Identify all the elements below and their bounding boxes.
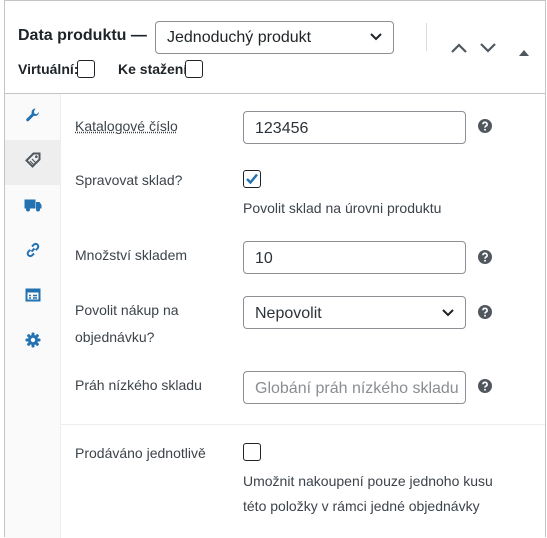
table-icon (25, 287, 41, 308)
low-stock-help-icon[interactable] (478, 379, 492, 398)
sold-individually-description-line-2: této položky v rámci jedné objednávky (243, 498, 480, 514)
chevron-down-icon (441, 306, 455, 325)
sku-label: Katalogové číslo (75, 118, 178, 134)
backorders-value: Nepovolit (255, 305, 322, 322)
product-data-panel: Data produktu — Jednoduchý produkt Virtu… (4, 0, 546, 538)
low-stock-input[interactable]: Globání práh nízkého skladu (243, 371, 466, 404)
panel-header: Data produktu — Jednoduchý produkt Virtu… (5, 1, 545, 94)
tab-advanced[interactable] (5, 320, 61, 365)
backorders-help-icon[interactable] (478, 305, 492, 324)
manage-stock-description: Povolit sklad na úrovni produktu (243, 200, 442, 216)
tab-shipping[interactable] (5, 185, 61, 230)
wrench-icon (25, 107, 41, 128)
section-divider (61, 424, 545, 425)
backorders-label-line-1: Povolit nákup na (75, 302, 179, 318)
link-icon (25, 242, 41, 263)
downloadable-label: Ke stažení: (118, 61, 192, 77)
move-up-button[interactable] (450, 41, 468, 59)
header-separator (426, 23, 427, 51)
panel-title: Data produktu — (18, 27, 147, 44)
stock-quantity-input[interactable]: 10 (243, 241, 466, 274)
collapse-toggle-button[interactable] (518, 44, 530, 62)
sold-individually-description-line-1: Umožnit nakoupení pouze jednoho kusu (243, 473, 493, 489)
downloadable-checkbox[interactable] (185, 60, 203, 78)
virtual-label: Virtuální: (18, 61, 79, 77)
truck-icon (24, 198, 42, 217)
product-tabs-sidebar (5, 94, 61, 538)
manage-stock-checkbox[interactable] (243, 170, 261, 188)
backorders-select[interactable]: Nepovolit (243, 296, 466, 329)
sold-individually-label: Prodáváno jednotlivě (75, 445, 206, 461)
tab-general[interactable] (5, 95, 61, 140)
low-stock-label: Práh nízkého skladu (75, 377, 202, 393)
stock-quantity-label: Množství skladem (75, 247, 188, 263)
product-type-value: Jednoduchý produkt (167, 29, 312, 46)
virtual-checkbox[interactable] (77, 60, 95, 78)
sold-individually-checkbox[interactable] (243, 443, 261, 461)
sku-input[interactable]: 123456 (243, 111, 466, 144)
gear-icon (25, 332, 41, 353)
backorders-label-line-2: objednávku? (75, 329, 155, 345)
tag-icon (25, 152, 41, 173)
product-type-select[interactable]: Jednoduchý produkt (155, 21, 394, 54)
stock-quantity-help-icon[interactable] (478, 250, 492, 269)
sku-help-icon[interactable] (478, 119, 492, 138)
tab-attributes[interactable] (5, 275, 61, 320)
move-down-button[interactable] (479, 41, 497, 59)
tab-inventory[interactable] (5, 140, 61, 185)
tab-linked-products[interactable] (5, 230, 61, 275)
chevron-down-icon (369, 30, 383, 49)
manage-stock-label: Spravovat sklad? (75, 172, 183, 188)
